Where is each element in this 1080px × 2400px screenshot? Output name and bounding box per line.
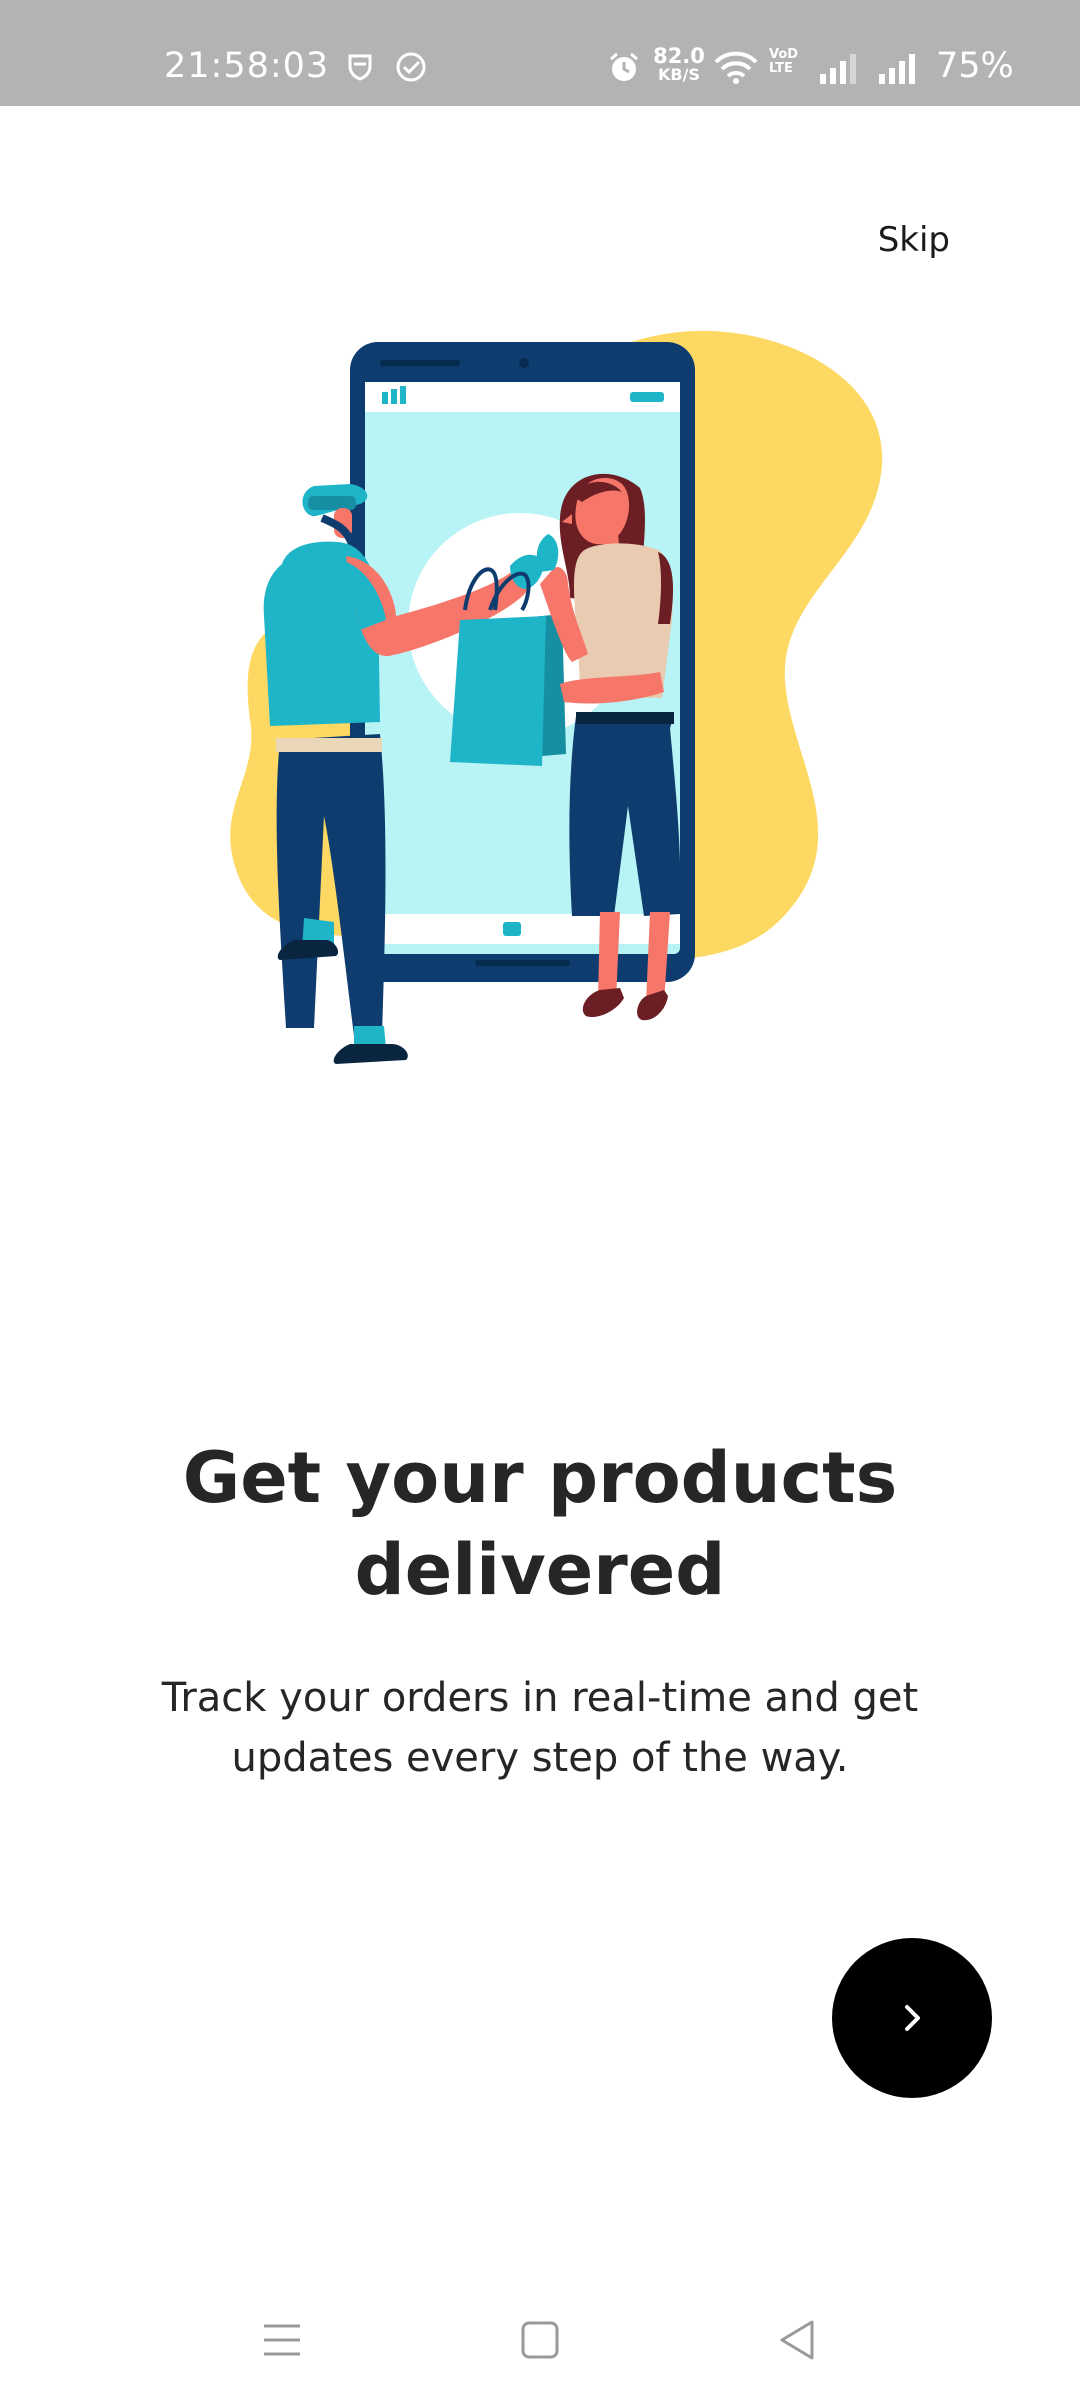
signal-icon xyxy=(879,54,915,84)
status-time: 21:58:03 xyxy=(164,46,330,86)
chevron-right-icon xyxy=(905,2005,920,2031)
subtitle-line-2: updates every step of the way. xyxy=(231,1735,849,1781)
skip-button[interactable]: Skip xyxy=(878,220,950,260)
volte-bottom: LTE xyxy=(769,61,793,76)
delivery-illustration xyxy=(230,330,883,1064)
check-circle-icon xyxy=(396,52,426,82)
home-square-icon[interactable] xyxy=(510,2310,570,2370)
net-speed-unit: KB/S xyxy=(658,65,700,84)
volte-top: VoD xyxy=(769,47,799,62)
system-nav-bar xyxy=(0,2290,1080,2380)
net-speed: 82.0 KB/S xyxy=(651,46,707,83)
page-title: Get your products delivered xyxy=(0,1432,1080,1616)
shield-icon xyxy=(348,54,372,81)
net-speed-value: 82.0 xyxy=(653,44,705,68)
wifi-icon xyxy=(714,51,758,84)
alarm-icon xyxy=(610,52,638,81)
battery-level: 75% xyxy=(936,46,1014,86)
title-line-2: delivered xyxy=(354,1529,726,1611)
menu-icon[interactable] xyxy=(252,2310,312,2370)
title-line-1: Get your products xyxy=(182,1437,898,1519)
volte-indicator: VoD LTE xyxy=(769,48,798,76)
subtitle-line-1: Track your orders in real-time and get xyxy=(161,1675,919,1721)
page-subtitle: Track your orders in real-time and get u… xyxy=(0,1668,1080,1788)
signal-icon xyxy=(820,54,856,84)
status-bar: 21:58:03 82.0 KB/S VoD LTE 75% xyxy=(0,0,1080,106)
back-triangle-icon[interactable] xyxy=(768,2310,828,2370)
next-button[interactable] xyxy=(832,1938,992,2098)
